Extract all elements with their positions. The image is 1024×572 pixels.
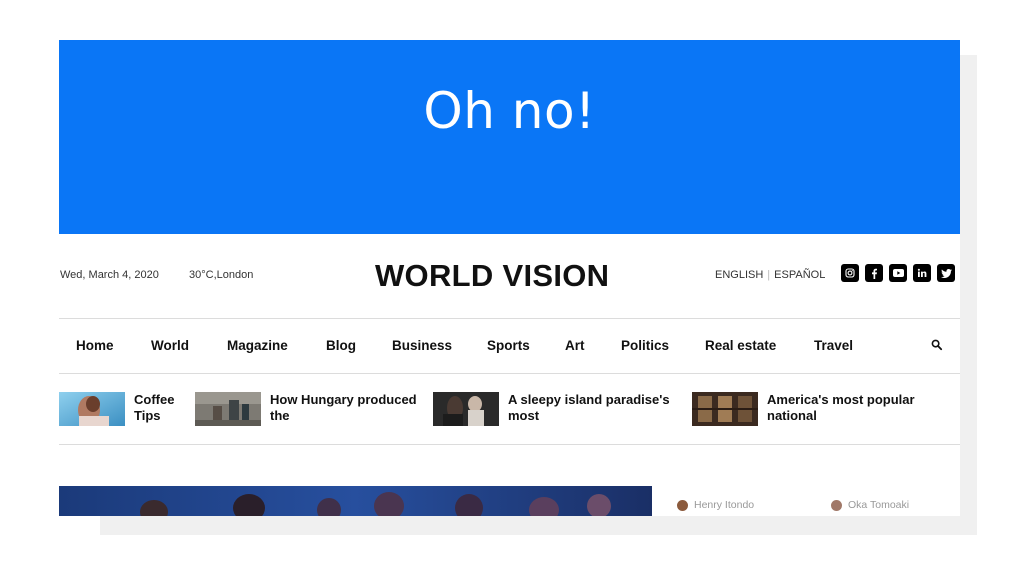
author-byline[interactable]: Oka Tomoaki — [831, 499, 909, 511]
trending-title[interactable]: Coffee Tips — [134, 392, 174, 424]
hero-image[interactable] — [59, 486, 652, 516]
search-icon[interactable] — [931, 338, 943, 351]
nav-item-sports[interactable]: Sports — [487, 338, 530, 353]
nav-item-travel[interactable]: Travel — [814, 338, 853, 353]
language-spanish[interactable]: ESPAÑOL — [774, 269, 825, 281]
author-byline[interactable]: Henry Itondo — [677, 499, 754, 511]
social-links — [841, 264, 955, 282]
trending-title[interactable]: America's most popular national — [767, 392, 915, 424]
trending-item[interactable]: How Hungary produced the — [195, 392, 435, 428]
nav-item-art[interactable]: Art — [565, 338, 585, 353]
language-switcher: ENGLISH | ESPAÑOL — [715, 269, 825, 281]
language-english[interactable]: ENGLISH — [715, 269, 763, 281]
trending-item[interactable]: Coffee Tips — [59, 392, 189, 428]
nav-item-world[interactable]: World — [151, 338, 189, 353]
avatar[interactable] — [831, 499, 842, 511]
nav-item-real-estate[interactable]: Real estate — [705, 338, 776, 353]
error-banner: Oh no! — [59, 40, 960, 234]
trending-divider — [59, 444, 960, 445]
twitter-icon[interactable] — [937, 264, 955, 282]
nav-item-business[interactable]: Business — [392, 338, 452, 353]
main-nav: Home World Magazine Blog Business Sports… — [59, 319, 960, 373]
author-name[interactable]: Oka Tomoaki — [848, 499, 909, 511]
youtube-icon[interactable] — [889, 264, 907, 282]
nav-divider — [59, 373, 960, 374]
avatar[interactable] — [677, 499, 688, 511]
nav-item-magazine[interactable]: Magazine — [227, 338, 288, 353]
weather-readout: 30°C,London — [189, 269, 254, 281]
trending-thumbnail[interactable] — [433, 392, 499, 426]
nav-item-politics[interactable]: Politics — [621, 338, 669, 353]
current-date: Wed, March 4, 2020 — [60, 269, 159, 281]
nav-item-blog[interactable]: Blog — [326, 338, 356, 353]
linkedin-icon[interactable] — [913, 264, 931, 282]
author-name[interactable]: Henry Itondo — [694, 499, 754, 511]
trending-thumbnail[interactable] — [59, 392, 125, 426]
page: Oh no! Wed, March 4, 2020 30°C,London WO… — [0, 0, 1024, 572]
top-bar: Wed, March 4, 2020 30°C,London WORLD VIS… — [59, 234, 960, 318]
facebook-icon[interactable] — [865, 264, 883, 282]
trending-title[interactable]: How Hungary produced the — [270, 392, 417, 424]
trending-item[interactable]: A sleepy island paradise's most — [433, 392, 691, 428]
instagram-icon[interactable] — [841, 264, 859, 282]
site-logo[interactable]: WORLD VISION — [375, 258, 609, 294]
site-card: Oh no! Wed, March 4, 2020 30°C,London WO… — [59, 40, 960, 516]
language-separator: | — [767, 269, 771, 281]
banner-heading: Oh no! — [423, 82, 596, 140]
nav-item-home[interactable]: Home — [76, 338, 114, 353]
trending-title[interactable]: A sleepy island paradise's most — [508, 392, 670, 424]
trending-thumbnail[interactable] — [692, 392, 758, 426]
trending-thumbnail[interactable] — [195, 392, 261, 426]
trending-item[interactable]: America's most popular national — [692, 392, 960, 428]
